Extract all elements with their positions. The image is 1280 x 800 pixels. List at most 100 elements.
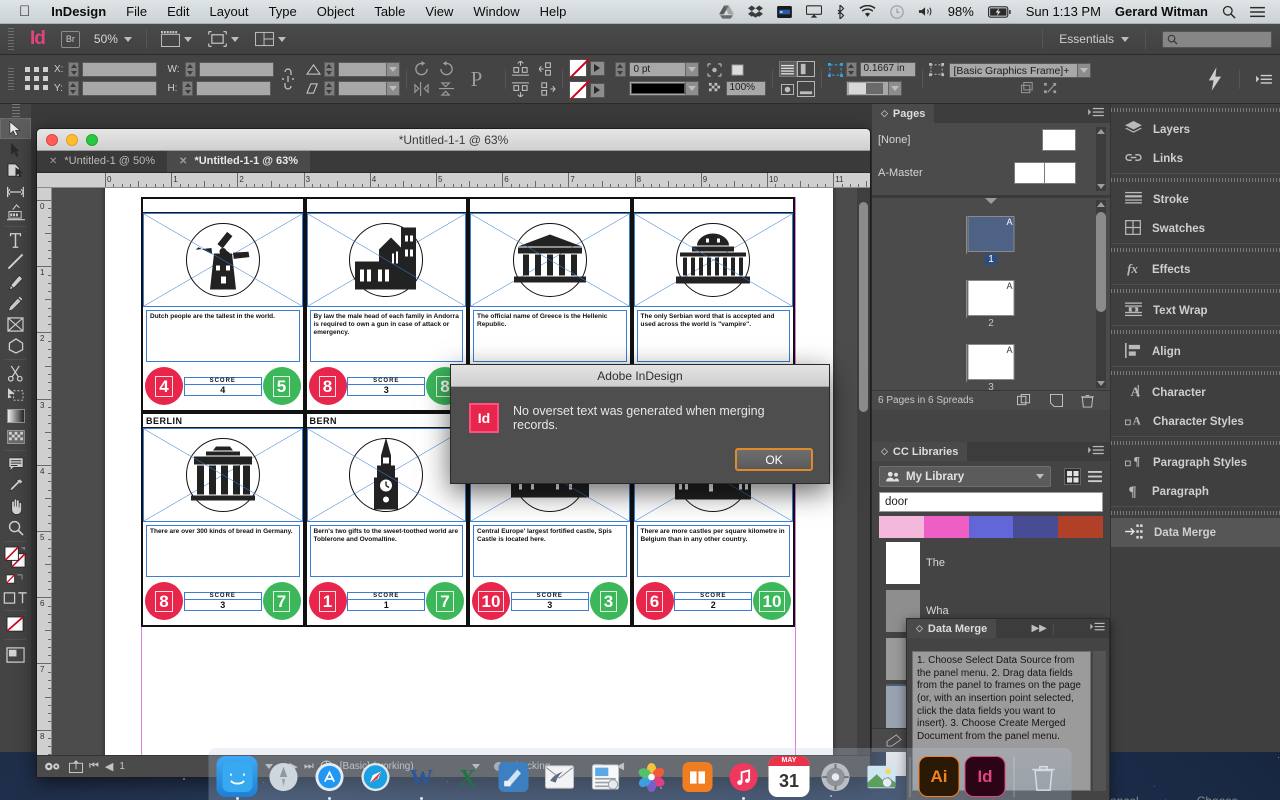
card-image-frame[interactable] (143, 213, 303, 307)
gap-input[interactable]: 0.1667 in (860, 62, 916, 77)
view-options-button[interactable] (200, 31, 247, 47)
library-selector[interactable]: My Library (879, 466, 1051, 487)
swatch-rust[interactable] (1058, 516, 1103, 538)
dock-app-store[interactable] (309, 756, 350, 797)
menu-window[interactable]: Window (463, 0, 529, 24)
y-stepper[interactable] (68, 81, 79, 96)
panel-group-grip[interactable] (1111, 244, 1280, 255)
dock-safari[interactable] (355, 756, 396, 797)
page-thumbnail-item[interactable]: A2 (968, 280, 1015, 329)
new-page-icon[interactable] (1050, 394, 1063, 407)
share-icon[interactable] (69, 760, 83, 773)
stroke-none-swatch[interactable] (569, 81, 587, 99)
stroke-style-combo[interactable] (629, 81, 699, 96)
edit-page-size-icon[interactable] (1017, 394, 1032, 407)
pages-panel-menu-icon[interactable] (1088, 107, 1110, 121)
spotlight-search-icon[interactable] (1215, 0, 1243, 24)
page-thumbnail-item[interactable]: A1 (968, 216, 1015, 265)
gap-stepper[interactable] (846, 62, 857, 77)
panel-dock-item-stroke[interactable]: Stroke (1111, 185, 1280, 214)
panel-dock-item-paragraph[interactable]: ¶Paragraph (1111, 477, 1280, 506)
dock-photos[interactable] (631, 756, 672, 797)
menubar-clock[interactable]: Sun 1:13 PM (1019, 0, 1108, 24)
card-fact-text[interactable]: There are more castles per square kilome… (637, 525, 791, 577)
vertical-scrollbar[interactable] (857, 188, 870, 755)
apply-none-button[interactable] (0, 614, 31, 636)
tool-gradient-feather[interactable] (0, 426, 31, 447)
menu-view[interactable]: View (415, 0, 463, 24)
fit-frame-button[interactable] (779, 81, 797, 97)
panel-dock-item-align[interactable]: Align (1111, 337, 1280, 366)
scale-y-combo[interactable] (338, 81, 400, 96)
masters-scrollbar[interactable] (1096, 127, 1106, 191)
help-search-input[interactable] (1162, 31, 1272, 48)
tool-note[interactable] (0, 454, 31, 475)
dock-ibooks[interactable] (677, 756, 718, 797)
card-fact-text[interactable]: By law the male head of each family in A… (310, 310, 464, 362)
menu-edit[interactable]: Edit (157, 0, 199, 24)
tool-eyedropper[interactable] (0, 475, 31, 496)
add-text-icon[interactable] (924, 734, 936, 748)
add-color-icon[interactable] (958, 734, 972, 747)
pages-scrollbar[interactable] (1096, 200, 1106, 388)
menu-type[interactable]: Type (259, 0, 307, 24)
tool-scissors[interactable] (0, 363, 31, 384)
close-tab-icon[interactable]: ✕ (179, 156, 187, 167)
menu-table[interactable]: Table (364, 0, 415, 24)
tool-polygon[interactable] (0, 335, 31, 356)
x-input[interactable] (82, 62, 157, 77)
h-input[interactable] (196, 81, 271, 96)
vertical-ruler[interactable]: 012345678 (37, 188, 52, 755)
page-thumbnail[interactable]: A (968, 216, 1015, 252)
dock-itunes[interactable] (723, 756, 764, 797)
tool-pen[interactable] (0, 272, 31, 293)
dock-xcode[interactable] (493, 756, 534, 797)
card-fact-text[interactable]: The official name of Greece is the Helle… (473, 310, 627, 362)
dock-preview[interactable] (861, 756, 902, 797)
formatting-affects-buttons[interactable] (0, 588, 31, 607)
battery-icon[interactable] (981, 0, 1019, 24)
panel-dock-item-character-styles[interactable]: ACharacter Styles (1111, 407, 1280, 436)
swatch-pink[interactable] (924, 516, 969, 538)
merged-card[interactable]: By law the male head of each family in A… (305, 197, 469, 412)
tab-pages[interactable]: ◇ Pages (872, 104, 934, 123)
page-thumbnail-item[interactable]: A3 (968, 344, 1015, 390)
dock-news[interactable] (585, 756, 626, 797)
panel-dock-item-layers[interactable]: Layers (1111, 115, 1280, 144)
card-fact-text[interactable]: Central Europe' largest fortified castle… (473, 525, 627, 577)
panel-dock-item-paragraph-styles[interactable]: ¶Paragraph Styles (1111, 448, 1280, 477)
card-image-frame[interactable] (143, 428, 303, 522)
merged-card[interactable]: Dutch people are the tallest in the worl… (141, 197, 305, 412)
w-stepper[interactable] (185, 62, 196, 77)
panel-dock-item-effects[interactable]: fxEffects (1111, 255, 1280, 284)
menu-object[interactable]: Object (307, 0, 365, 24)
library-search-input[interactable]: door (879, 492, 1103, 512)
list-view-button[interactable] (1086, 468, 1103, 485)
reference-point-selector[interactable] (20, 66, 54, 92)
master-a-row[interactable]: A-Master (872, 156, 1110, 189)
tool-gradient-swatch[interactable] (0, 405, 31, 426)
prev-page-icon[interactable]: ◀ (105, 760, 113, 773)
preferences-gears-icon[interactable] (43, 760, 63, 773)
scale-y-stepper[interactable] (324, 81, 335, 96)
menu-indesign[interactable]: InDesign (41, 0, 116, 24)
dock-word[interactable]: W (401, 756, 442, 797)
tool-free-transform[interactable] (0, 384, 31, 405)
alert-icon[interactable] (1005, 733, 1021, 748)
zoom-level-selector[interactable]: 50% (86, 32, 140, 46)
library-item-2[interactable]: Wha (886, 588, 1096, 634)
card-image-frame[interactable] (307, 428, 467, 522)
panel-dock-item-character[interactable]: ACharacter (1111, 378, 1280, 407)
h-stepper[interactable] (182, 81, 193, 96)
bluetooth-icon[interactable] (829, 0, 852, 24)
object-style-combo[interactable]: [Basic Graphics Frame]+ (949, 63, 1091, 78)
page-thumbnail[interactable]: A (968, 280, 1015, 316)
tool-type[interactable] (0, 230, 31, 251)
panel-group-grip[interactable] (1111, 367, 1280, 378)
stroke-menu-button[interactable] (590, 83, 605, 98)
menu-help[interactable]: Help (530, 0, 577, 24)
creative-cloud-icon[interactable] (1043, 733, 1060, 748)
dock-launchpad[interactable] (263, 756, 304, 797)
swatch-navy[interactable] (1013, 516, 1058, 538)
volume-icon[interactable] (911, 0, 941, 24)
